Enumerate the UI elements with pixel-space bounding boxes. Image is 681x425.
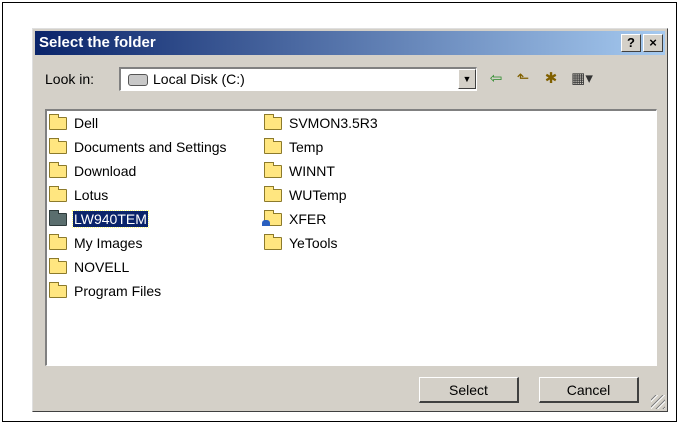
- close-button[interactable]: ×: [643, 34, 663, 52]
- folder-icon: [264, 114, 282, 130]
- chevron-down-icon[interactable]: ▼: [458, 69, 476, 89]
- look-in-combobox[interactable]: Local Disk (C:) ▼: [119, 67, 477, 91]
- list-item-label: WINNT: [289, 163, 335, 179]
- folder-list[interactable]: Dell Documents and Settings Download Lot…: [45, 109, 657, 366]
- folder-icon: [49, 186, 67, 202]
- list-item-label: YeTools: [289, 235, 338, 251]
- folder-icon: [49, 114, 67, 130]
- list-item-label: Program Files: [74, 283, 162, 299]
- look-in-value: Local Disk (C:): [153, 71, 245, 87]
- back-arrow-icon[interactable]: ⇦: [485, 69, 507, 89]
- list-item-label: XFER: [289, 211, 327, 227]
- folder-icon: [264, 234, 282, 250]
- folder-icon: [49, 234, 67, 250]
- dialog-title: Select the folder: [39, 34, 156, 51]
- cancel-button[interactable]: Cancel: [539, 377, 639, 403]
- select-button[interactable]: Select: [419, 377, 519, 403]
- local-disk-icon: [128, 74, 148, 86]
- list-item-label: Temp: [289, 139, 324, 155]
- list-item-label: NOVELL: [74, 259, 130, 275]
- folder-icon: [49, 258, 67, 274]
- folder-icon: [49, 210, 67, 226]
- up-folder-icon[interactable]: ⬑: [512, 69, 534, 89]
- select-folder-dialog: Select the folder ? × Look in: Local Dis…: [32, 28, 668, 412]
- folder-icon: [49, 162, 67, 178]
- resize-grip[interactable]: [651, 395, 665, 409]
- folder-icon: [264, 138, 282, 154]
- list-item-label: WUTemp: [289, 187, 347, 203]
- list-item-label: LW940TEM: [72, 210, 149, 228]
- title-bar[interactable]: Select the folder ? ×: [35, 31, 665, 55]
- shared-folder-icon: [262, 210, 282, 226]
- help-button[interactable]: ?: [621, 34, 641, 52]
- view-menu-icon[interactable]: ▦▾: [567, 69, 597, 89]
- list-item-label: SVMON3.5R3: [289, 115, 378, 131]
- look-in-label: Look in:: [45, 71, 95, 87]
- folder-icon: [49, 138, 67, 154]
- folder-icon: [264, 186, 282, 202]
- new-folder-icon[interactable]: ✱: [540, 69, 562, 89]
- list-item-label: Lotus: [74, 187, 109, 203]
- list-item-label: Documents and Settings: [74, 139, 227, 155]
- folder-icon: [264, 162, 282, 178]
- list-item-label: Dell: [74, 115, 99, 131]
- list-item-label: Download: [74, 163, 137, 179]
- list-item-label: My Images: [74, 235, 143, 251]
- folder-icon: [49, 282, 67, 298]
